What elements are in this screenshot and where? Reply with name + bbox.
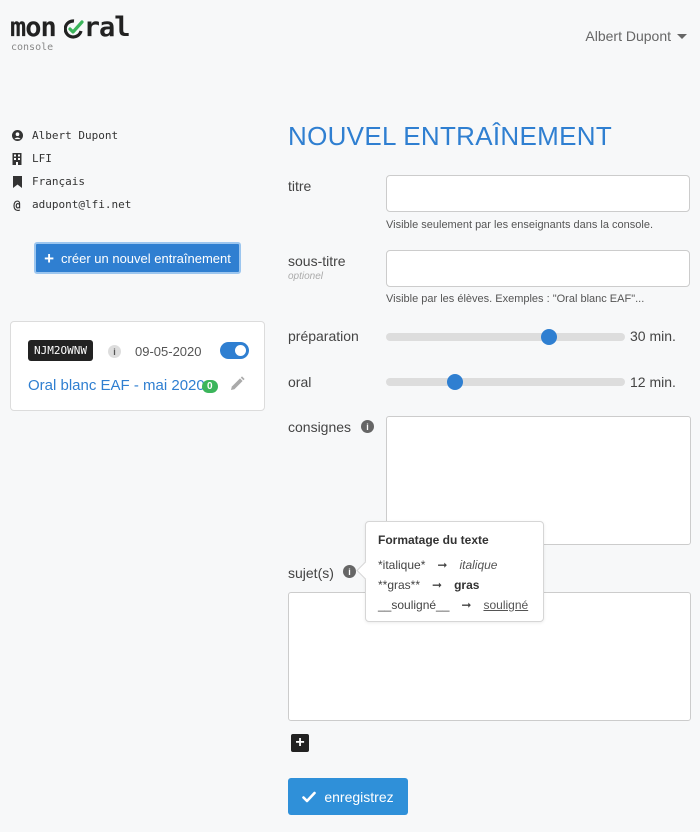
building-icon — [11, 152, 23, 165]
tooltip-title: Formatage du texte — [378, 533, 489, 547]
titre-help: Visible seulement par les enseignants da… — [386, 219, 654, 231]
create-training-label: créer un nouvel entraînement — [61, 250, 231, 266]
tooltip-dst: italique — [459, 558, 498, 572]
bookmark-icon — [11, 175, 23, 188]
info-icon[interactable]: i — [108, 345, 121, 358]
oral-slider[interactable] — [386, 374, 625, 390]
save-label: enregistrez — [324, 788, 394, 805]
profile-subject: Français — [32, 175, 85, 188]
tooltip-row-italic: *italique* ➞ italique — [378, 555, 531, 575]
preparation-slider[interactable] — [386, 329, 625, 345]
soustitre-help: Visible par les élèves. Exemples : "Oral… — [386, 293, 645, 305]
tooltip-dst: souligné — [483, 598, 529, 612]
plus-icon: + — [44, 248, 55, 268]
sujets-info-icon[interactable]: i — [343, 565, 356, 578]
oral-value: 12 min. — [630, 374, 676, 390]
app-logo[interactable]: mon ral console — [10, 12, 131, 53]
titre-input[interactable] — [386, 175, 690, 212]
add-subject-button[interactable]: + — [291, 734, 309, 752]
soustitre-optional: optionel — [288, 271, 324, 282]
tooltip-dst: gras — [454, 578, 480, 592]
consignes-label: consignes — [288, 419, 352, 435]
user-menu[interactable]: Albert Dupont — [585, 28, 687, 44]
caret-down-icon — [677, 33, 687, 39]
tooltip-row-bold: **gras** ➞ gras — [378, 575, 531, 595]
check-icon — [302, 791, 317, 802]
preparation-label: préparation — [288, 328, 359, 344]
training-card: NJM2OWNW i 09-05-2020 Oral blanc EAF - m… — [10, 321, 265, 411]
sujets-label: sujet(s) — [288, 565, 334, 581]
logo-text-mon: mon — [10, 12, 57, 43]
oral-slider-thumb[interactable] — [447, 374, 464, 390]
consignes-info-icon[interactable]: i — [361, 420, 374, 433]
plus-icon: + — [295, 734, 305, 751]
training-active-toggle[interactable] — [220, 342, 249, 359]
tooltip-src: __souligné__ — [378, 598, 450, 612]
training-count-badge: 0 — [202, 380, 218, 393]
profile-school-row: LFI — [11, 147, 131, 170]
save-button[interactable]: enregistrez — [288, 778, 408, 815]
profile-subject-row: Français — [11, 170, 131, 193]
profile-name: Albert Dupont — [32, 129, 119, 142]
preparation-value: 30 min. — [630, 328, 676, 344]
at-icon: @ — [13, 197, 21, 212]
logo-wordmark: mon ral — [10, 12, 131, 43]
profile-school: LFI — [32, 152, 52, 165]
arrow-right-icon: ➞ — [437, 558, 448, 572]
formatting-tooltip: Formatage du texte *italique* ➞ italique… — [365, 521, 544, 622]
page-title: NOUVEL ENTRAÎNEMENT — [288, 121, 612, 151]
logo-text-ral: ral — [83, 12, 131, 43]
training-code-badge[interactable]: NJM2OWNW — [28, 340, 93, 361]
profile-name-row: Albert Dupont — [11, 124, 131, 147]
pencil-icon[interactable] — [229, 376, 245, 392]
oral-label: oral — [288, 374, 312, 390]
titre-label: titre — [288, 178, 312, 194]
tooltip-src: *italique* — [378, 558, 426, 572]
tooltip-src: **gras** — [378, 578, 421, 592]
arrow-right-icon: ➞ — [461, 598, 472, 612]
logo-subtitle: console — [11, 42, 54, 53]
training-title-link[interactable]: Oral blanc EAF - mai 2020 — [28, 377, 205, 394]
logo-check-icon — [63, 18, 84, 39]
soustitre-input[interactable] — [386, 250, 690, 287]
profile-email: adupont@lfi.net — [32, 198, 132, 211]
soustitre-label: sous-titre — [288, 253, 346, 269]
tooltip-row-underline: __souligné__ ➞ souligné — [378, 595, 531, 615]
training-date: 09-05-2020 — [135, 344, 202, 359]
user-circle-icon — [11, 130, 23, 142]
profile-info: Albert Dupont LFI Français @ adupont@lfi… — [11, 124, 131, 216]
profile-email-row: @ adupont@lfi.net — [11, 193, 131, 216]
preparation-slider-thumb[interactable] — [540, 329, 557, 345]
arrow-right-icon: ➞ — [432, 578, 443, 592]
create-training-button[interactable]: + créer un nouvel entraînement — [34, 242, 241, 274]
user-menu-name: Albert Dupont — [585, 28, 671, 44]
